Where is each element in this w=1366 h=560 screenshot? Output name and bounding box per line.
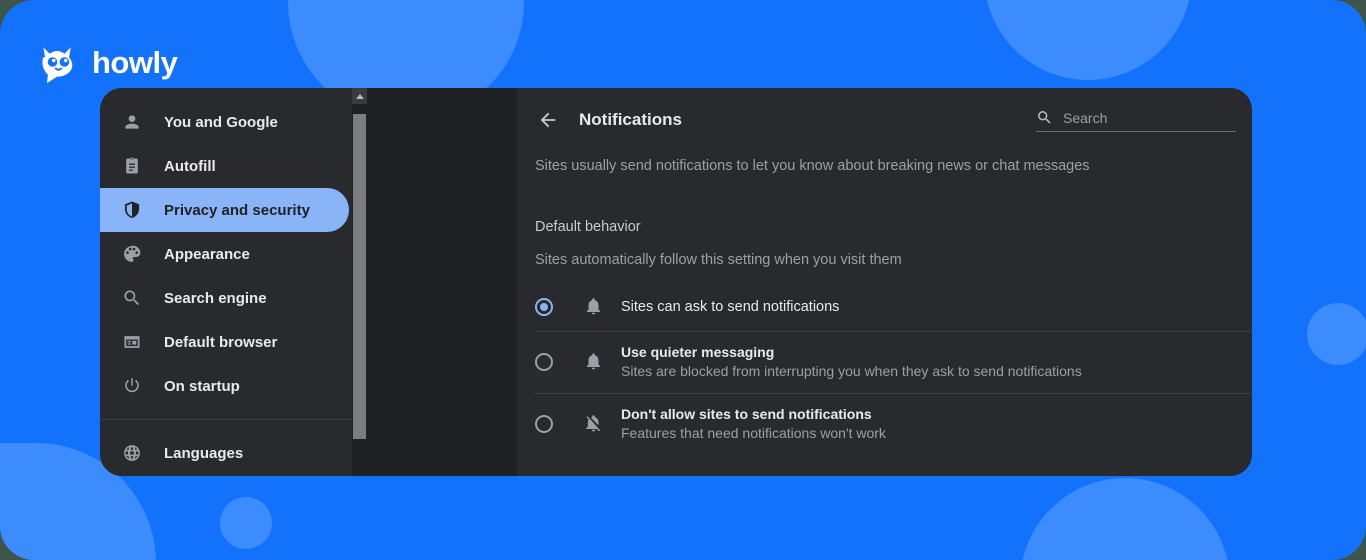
sidebar-item-autofill[interactable]: Autofill xyxy=(100,144,352,188)
decorative-circle xyxy=(1307,303,1366,365)
radio-option-dont-allow[interactable]: Don't allow sites to send notifications … xyxy=(517,392,1252,455)
sidebar-item-search-engine[interactable]: Search engine xyxy=(100,276,352,320)
radio-option-quieter-messaging[interactable]: Use quieter messaging Sites are blocked … xyxy=(517,330,1252,393)
page-title: Notifications xyxy=(579,110,682,129)
chrome-settings-window: You and Google Autofill Privacy and secu… xyxy=(100,88,1252,476)
content-gutter xyxy=(367,88,517,476)
sidebar-item-on-startup[interactable]: On startup xyxy=(100,364,352,408)
radio-texts: Sites can ask to send notifications xyxy=(621,299,839,315)
radio-button[interactable] xyxy=(535,352,553,371)
sidebar-item-appearance[interactable]: Appearance xyxy=(100,232,352,276)
sidebar-item-label: Privacy and security xyxy=(164,201,310,219)
back-arrow-icon[interactable] xyxy=(535,107,561,133)
section-subtitle: Sites automatically follow this setting … xyxy=(535,252,902,268)
sidebar-item-languages[interactable]: Languages xyxy=(100,431,352,475)
sidebar-item-you-and-google[interactable]: You and Google xyxy=(100,100,352,144)
bell-icon xyxy=(583,297,603,317)
search-box[interactable] xyxy=(1036,109,1236,132)
palette-icon xyxy=(122,244,142,264)
clipboard-icon xyxy=(122,156,142,176)
bell-icon xyxy=(583,352,603,372)
radio-option-sites-can-ask[interactable]: Sites can ask to send notifications xyxy=(517,283,1252,331)
scroll-up-button[interactable] xyxy=(352,88,367,104)
radio-description: Features that need notifications won't w… xyxy=(621,425,886,441)
decorative-circle xyxy=(984,0,1192,80)
sidebar-scrollbar[interactable] xyxy=(352,88,367,476)
search-input[interactable] xyxy=(1063,109,1236,126)
scrollbar-thumb[interactable] xyxy=(353,114,366,439)
scroll-up-arrow-icon xyxy=(355,93,364,99)
intro-text: Sites usually send notifications to let … xyxy=(535,158,1090,174)
radio-texts: Use quieter messaging Sites are blocked … xyxy=(621,344,1082,379)
section-title: Default behavior xyxy=(535,219,641,235)
default-behavior-radio-group: Sites can ask to send notifications Use … xyxy=(517,283,1252,455)
sidebar-item-default-browser[interactable]: Default browser xyxy=(100,320,352,364)
settings-sidebar: You and Google Autofill Privacy and secu… xyxy=(100,88,352,476)
globe-icon xyxy=(122,443,142,463)
radio-description: Sites are blocked from interrupting you … xyxy=(621,363,1082,379)
bell-off-icon xyxy=(583,414,603,434)
magnifier-icon xyxy=(122,288,142,308)
decorative-circle xyxy=(220,497,272,549)
radio-button[interactable] xyxy=(535,414,553,433)
panel-header: Notifications xyxy=(517,88,1252,152)
person-icon xyxy=(122,112,142,132)
page-root: howly You and Google Autofill Privacy an… xyxy=(0,0,1366,560)
browser-window-icon xyxy=(122,332,142,352)
notifications-settings-panel: Notifications Sites usually send notific… xyxy=(517,88,1252,476)
sidebar-divider xyxy=(100,419,352,420)
decorative-circle xyxy=(1020,478,1230,560)
radio-texts: Don't allow sites to send notifications … xyxy=(621,406,886,441)
brand-logo[interactable]: howly xyxy=(36,40,178,84)
radio-label: Sites can ask to send notifications xyxy=(621,298,840,315)
power-icon xyxy=(122,376,142,396)
sidebar-item-label: Autofill xyxy=(164,157,216,175)
search-icon xyxy=(1036,109,1053,126)
sidebar-item-label: Search engine xyxy=(164,289,267,307)
shield-icon xyxy=(122,200,142,220)
radio-label: Don't allow sites to send notifications xyxy=(621,406,872,422)
radio-label: Use quieter messaging xyxy=(621,344,775,360)
radio-button[interactable] xyxy=(535,297,553,316)
sidebar-item-label: You and Google xyxy=(164,113,278,131)
sidebar-item-privacy-and-security[interactable]: Privacy and security xyxy=(100,188,349,232)
sidebar-item-label: Default browser xyxy=(164,333,278,351)
brand-name: howly xyxy=(92,44,178,80)
sidebar-item-label: Appearance xyxy=(164,245,250,263)
sidebar-item-label: Languages xyxy=(164,444,244,462)
sidebar-item-label: On startup xyxy=(164,377,240,395)
howly-owl-logo-icon xyxy=(36,40,80,84)
